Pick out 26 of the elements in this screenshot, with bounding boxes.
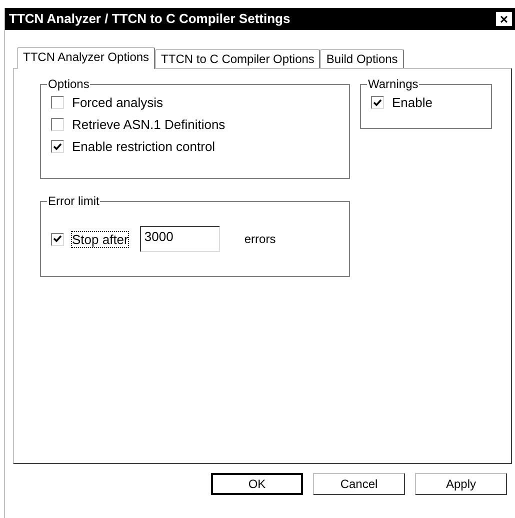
group-title: Error limit <box>47 194 100 208</box>
checkbox-label: Retrieve ASN.1 Definitions <box>72 117 226 132</box>
unit-label: errors <box>244 231 276 248</box>
dialog-button[interactable]: Apply <box>415 473 507 495</box>
tab[interactable]: Build Options <box>320 49 404 68</box>
group-title: Warnings <box>367 77 420 91</box>
checkbox-label: Enable <box>392 95 432 110</box>
checkbox[interactable] <box>51 232 64 246</box>
window-title: TTCN Analyzer / TTCN to C Compiler Settings <box>9 10 290 28</box>
checkbox-label: Forced analysis <box>72 95 164 110</box>
checkbox[interactable] <box>371 96 384 109</box>
close-button[interactable]: × <box>496 12 512 26</box>
tab[interactable]: TTCN Analyzer Options <box>17 47 156 69</box>
checkbox[interactable] <box>51 140 64 153</box>
checkbox-label: Enable restriction control <box>72 139 216 154</box>
checkbox[interactable] <box>51 96 64 109</box>
input-field[interactable]: 3000 <box>140 226 220 252</box>
checkbox[interactable] <box>51 118 64 131</box>
tab[interactable]: TTCN to C Compiler Options <box>155 49 320 68</box>
dialog-button[interactable]: OK <box>211 473 303 495</box>
checkmark-icon <box>53 235 62 243</box>
group-title: Options <box>47 77 90 91</box>
checkmark-icon <box>373 98 382 106</box>
checkmark-icon <box>53 142 62 150</box>
dialog-button[interactable]: Cancel <box>313 473 405 495</box>
checkbox-label: Stop after <box>72 232 128 246</box>
